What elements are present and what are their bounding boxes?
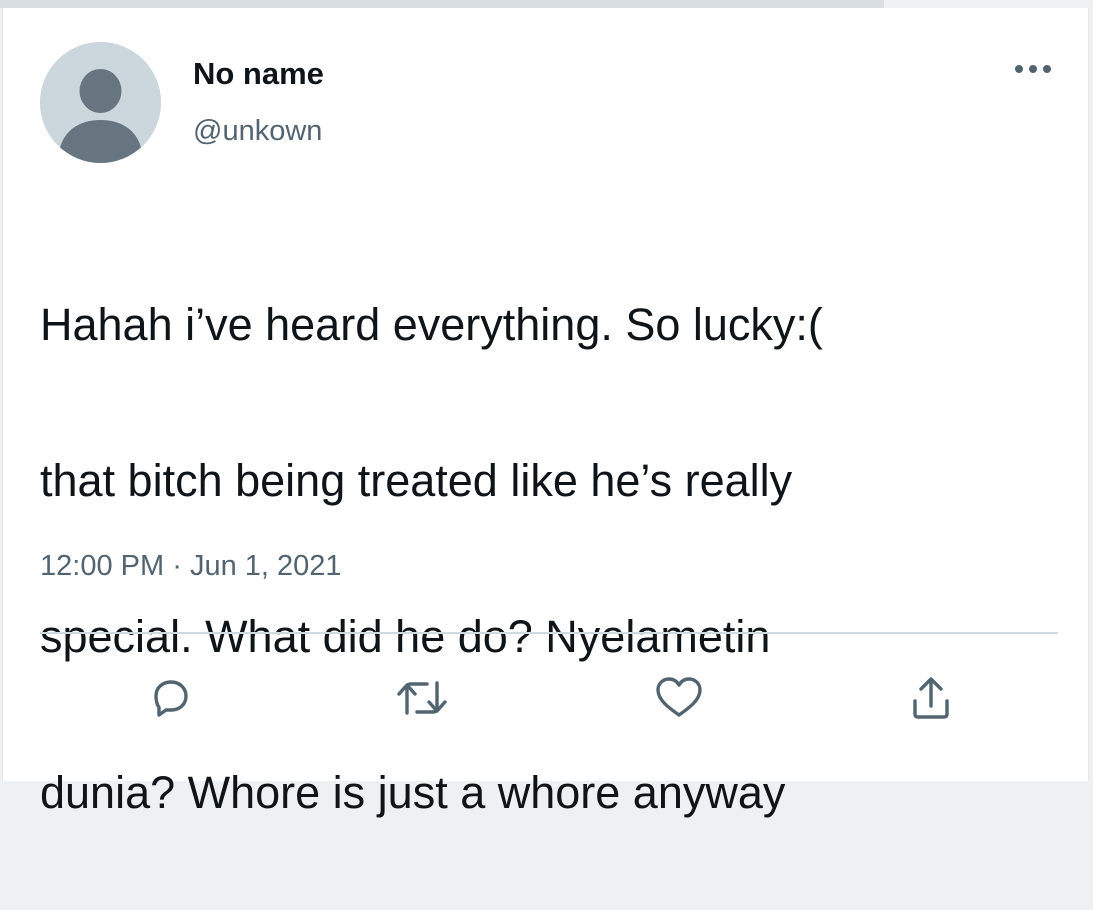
retweet-icon [397, 681, 447, 715]
tweet-timestamp[interactable]: 12:00 PM · Jun 1, 2021 [40, 548, 342, 584]
default-avatar-icon [40, 42, 161, 163]
reply-button[interactable] [139, 666, 203, 730]
share-button[interactable] [899, 666, 963, 730]
tweet-text-line: that bitch being treated like he’s reall… [40, 455, 793, 506]
retweet-button[interactable] [390, 666, 454, 730]
tweet-time[interactable]: 12:00 PM [40, 550, 164, 582]
display-name[interactable]: No name [193, 56, 324, 92]
top-strip [0, 0, 884, 8]
more-horizontal-icon[interactable] [1010, 56, 1056, 82]
share-icon [913, 677, 949, 719]
reply-icon [154, 680, 188, 717]
tweet-text-line: dunia? Whore is just a whore anyway [40, 767, 786, 818]
screenshot-frame: No name @unkown Hahah i’ve heard everyth… [0, 0, 1093, 818]
tweet-text-line: special. What did he do? Nyelametin [40, 611, 771, 662]
timestamp-separator: · [172, 550, 182, 582]
divider [40, 632, 1058, 634]
user-handle[interactable]: @unkown [193, 114, 322, 148]
tweet-text-line: Hahah i’ve heard everything. So lucky:( [40, 299, 823, 350]
avatar[interactable] [40, 42, 161, 163]
tweet-date[interactable]: Jun 1, 2021 [190, 550, 342, 582]
heart-icon [656, 677, 702, 717]
like-button[interactable] [647, 666, 711, 730]
